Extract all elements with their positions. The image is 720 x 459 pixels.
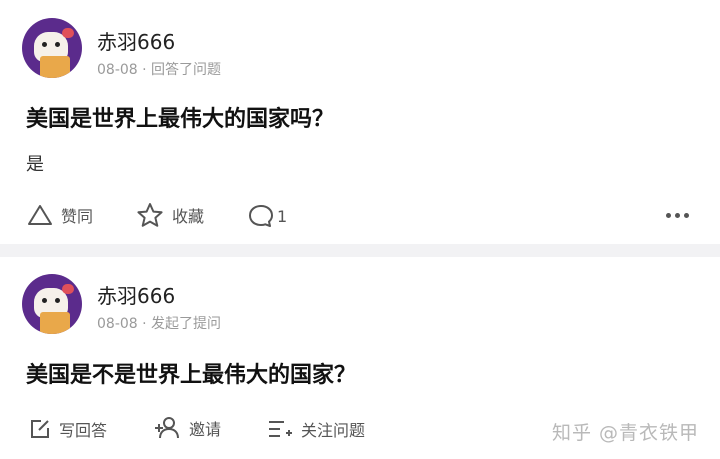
- upvote-label: 赞同: [61, 207, 94, 226]
- post-meta: 08-08 · 发起了提问: [97, 316, 222, 332]
- follow-question-button[interactable]: 关注问题: [267, 417, 365, 441]
- edit-icon: [29, 418, 51, 440]
- post-meta: 08-08 · 回答了问题: [97, 62, 222, 78]
- write-answer-label: 写回答: [59, 421, 108, 440]
- invite-label: 邀请: [189, 420, 222, 439]
- question-title[interactable]: 美国是不是世界上最伟大的国家？: [26, 357, 356, 389]
- more-options-icon[interactable]: [666, 213, 689, 218]
- avatar[interactable]: [22, 18, 82, 78]
- favorite-button[interactable]: 收藏: [136, 202, 204, 228]
- star-icon: [136, 202, 164, 228]
- question-title[interactable]: 美国是世界上最伟大的国家吗？: [26, 101, 334, 133]
- avatar[interactable]: [22, 274, 82, 334]
- favorite-label: 收藏: [172, 207, 205, 226]
- answer-text[interactable]: 是: [26, 150, 44, 176]
- upvote-icon: [27, 203, 53, 227]
- add-list-icon: [267, 418, 293, 440]
- invite-button[interactable]: 邀请: [153, 416, 221, 440]
- username[interactable]: 赤羽666: [97, 26, 175, 55]
- add-user-icon: [153, 416, 181, 440]
- comment-button[interactable]: 1: [247, 203, 287, 229]
- write-answer-button[interactable]: 写回答: [29, 417, 107, 441]
- answer-card: 赤羽666 08-08 · 回答了问题 美国是世界上最伟大的国家吗？ 是 赞同 …: [0, 0, 720, 244]
- comment-count: 1: [277, 206, 288, 226]
- comment-icon: [247, 203, 275, 229]
- username[interactable]: 赤羽666: [97, 280, 175, 309]
- upvote-button[interactable]: 赞同: [27, 203, 93, 227]
- watermark: 知乎 @青衣铁甲: [552, 422, 700, 444]
- follow-question-label: 关注问题: [301, 421, 366, 440]
